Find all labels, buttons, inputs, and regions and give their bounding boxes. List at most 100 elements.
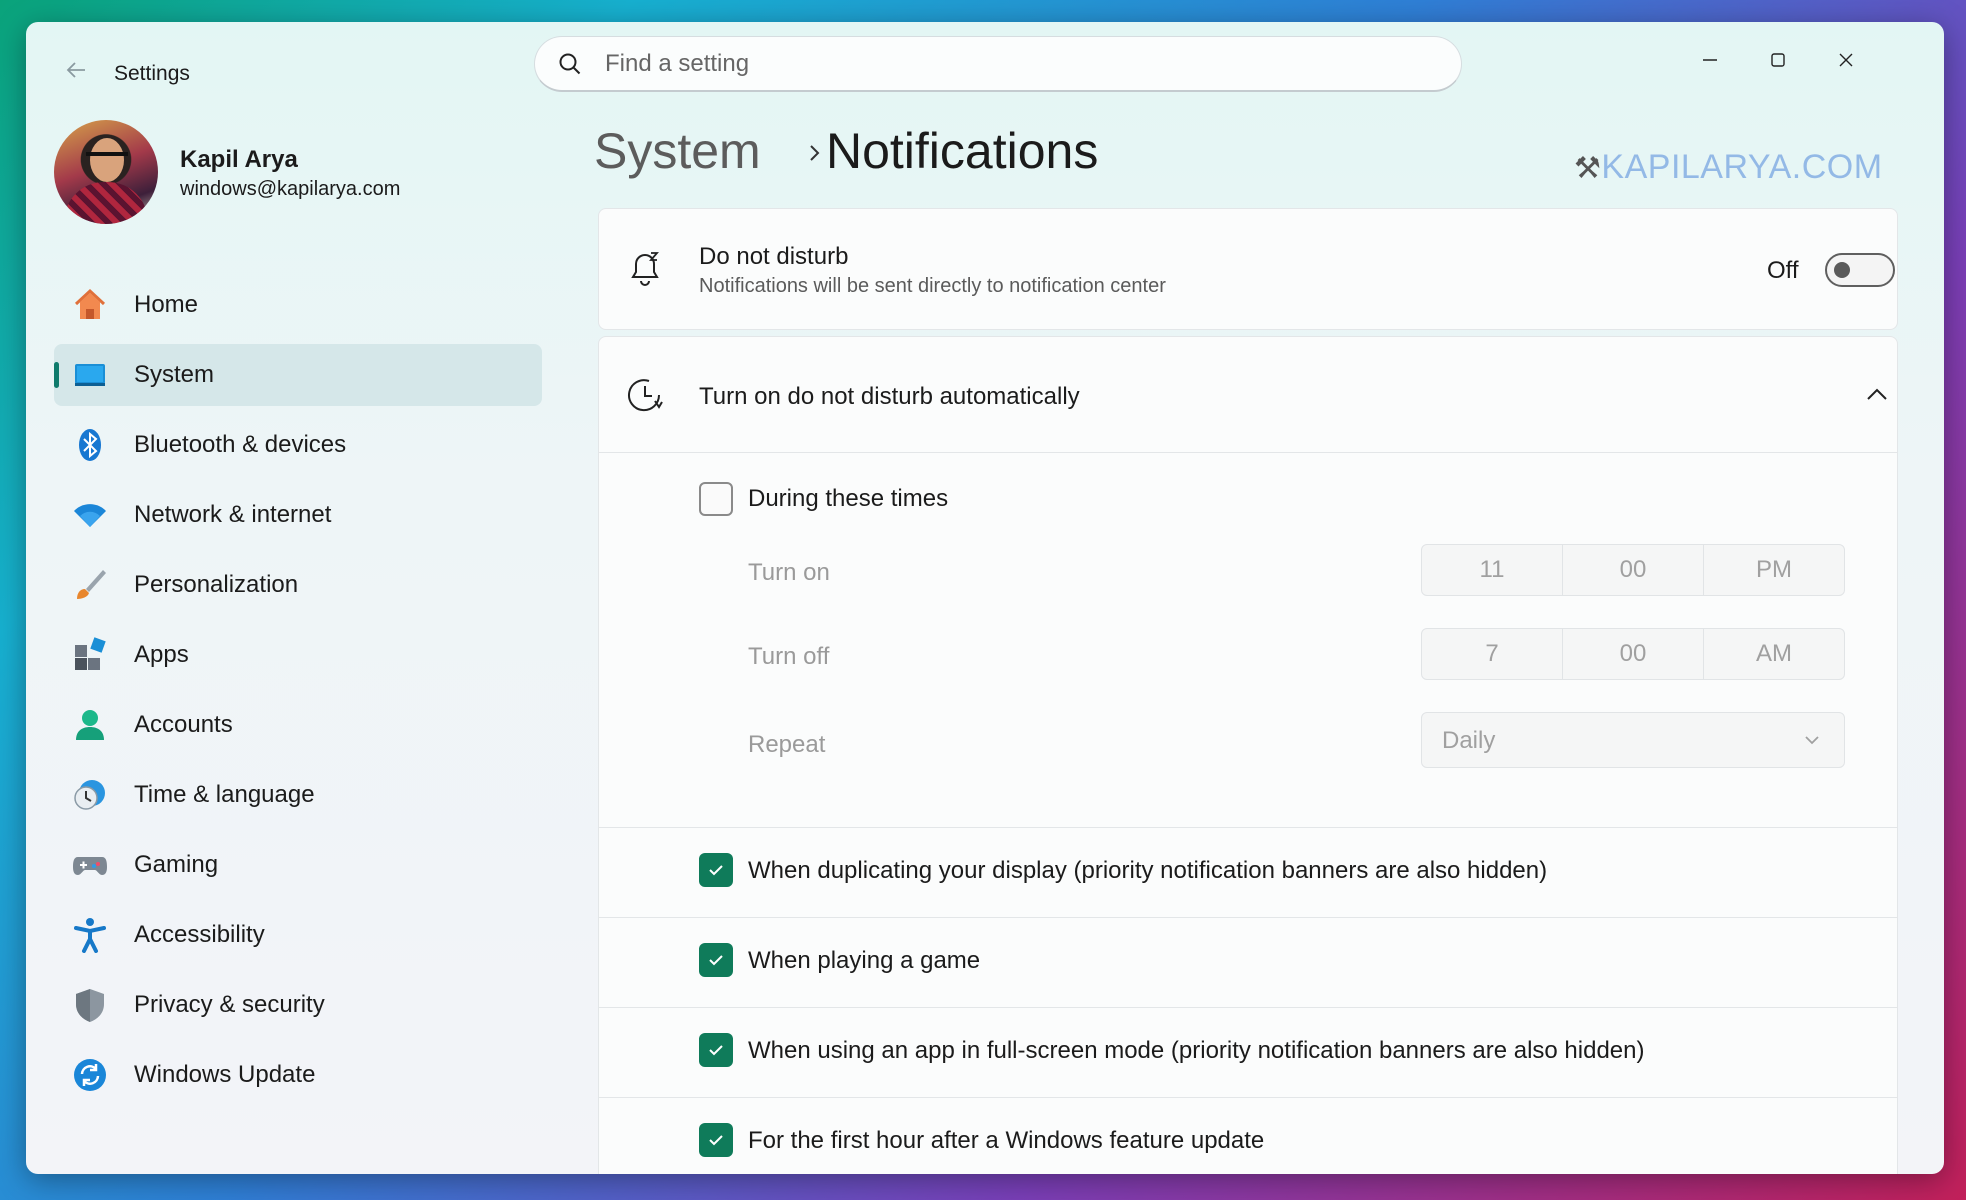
clock-icon <box>625 375 665 415</box>
sidebar-item-label: Gaming <box>134 851 219 878</box>
auto-dnd-title: Turn on do not disturb automatically <box>699 383 1080 410</box>
avatar[interactable] <box>54 120 158 224</box>
sidebar-item-label: Windows Update <box>134 1061 316 1088</box>
accessibility-icon <box>72 917 108 953</box>
option-label: For the first hour after a Windows featu… <box>748 1127 1265 1154</box>
system-icon <box>72 357 108 393</box>
sidebar-item-privacy[interactable]: Privacy & security <box>54 974 542 1036</box>
page-title: Notifications <box>826 123 1099 179</box>
watermark: ⚒KAPILARYA.COM <box>1574 148 1883 186</box>
sidebar-item-label: Time & language <box>134 781 315 808</box>
dnd-subtitle: Notifications will be sent directly to n… <box>699 275 1166 297</box>
turn-off-minute[interactable]: 00 <box>1563 629 1704 679</box>
sidebar-item-label: Apps <box>134 641 189 668</box>
divider <box>599 827 1897 828</box>
option-checkbox-game[interactable] <box>699 943 733 977</box>
bell-snooze-icon <box>625 249 665 289</box>
turn-on-hour[interactable]: 11 <box>1422 545 1563 595</box>
search-input[interactable] <box>605 49 1425 78</box>
close-icon <box>1839 53 1853 67</box>
option-label: When playing a game <box>748 947 981 974</box>
checkmark-icon <box>709 955 723 966</box>
option-label: When duplicating your display (priority … <box>748 857 1548 884</box>
account-icon <box>72 707 108 743</box>
sidebar-item-label: Personalization <box>134 571 299 598</box>
apps-icon <box>72 637 108 673</box>
turn-off-label: Turn off <box>748 643 830 670</box>
option-checkbox-duplicating[interactable] <box>699 853 733 887</box>
sidebar-item-label: Network & internet <box>134 501 332 528</box>
divider <box>599 1007 1897 1008</box>
do-not-disturb-card: Do not disturb Notifications will be sen… <box>598 208 1898 330</box>
turn-off-time-picker[interactable]: 7 00 AM <box>1421 628 1845 680</box>
minimize-icon <box>1703 59 1717 61</box>
sidebar-item-accessibility[interactable]: Accessibility <box>54 904 542 966</box>
sidebar-item-label: Privacy & security <box>134 991 325 1018</box>
sidebar-item-label: Bluetooth & devices <box>134 431 347 458</box>
sidebar-item-time-language[interactable]: Time & language <box>54 764 542 826</box>
maximize-button[interactable] <box>1752 40 1804 80</box>
during-times-checkbox[interactable] <box>699 482 733 516</box>
settings-window: Settings Kapil Arya windows@kapilarya.co… <box>26 22 1944 1174</box>
time-language-icon <box>72 777 108 813</box>
back-arrow-icon <box>66 62 85 78</box>
turn-off-period[interactable]: AM <box>1704 629 1844 679</box>
update-icon <box>72 1057 108 1093</box>
sidebar-item-system[interactable]: System <box>54 344 542 406</box>
auto-dnd-card: Turn on do not disturb automatically Dur… <box>598 336 1898 1174</box>
dnd-toggle[interactable] <box>1825 253 1895 287</box>
app-title: Settings <box>114 62 190 85</box>
dnd-title: Do not disturb <box>699 243 849 270</box>
option-checkbox-feature-update[interactable] <box>699 1123 733 1157</box>
checkmark-icon <box>709 865 723 876</box>
breadcrumb-parent[interactable]: System <box>594 122 761 180</box>
home-icon <box>72 287 108 323</box>
turn-on-minute[interactable]: 00 <box>1563 545 1704 595</box>
chevron-right-icon <box>810 145 820 161</box>
sidebar-item-network[interactable]: Network & internet <box>54 484 542 546</box>
turn-on-period[interactable]: PM <box>1704 545 1844 595</box>
user-email: windows@kapilarya.com <box>180 178 401 200</box>
sidebar-item-apps[interactable]: Apps <box>54 624 542 686</box>
auto-dnd-header[interactable]: Turn on do not disturb automatically <box>599 337 1897 453</box>
repeat-value: Daily <box>1442 727 1496 754</box>
chevron-down-icon <box>1805 736 1819 745</box>
sidebar-item-personalization[interactable]: Personalization <box>54 554 542 616</box>
turn-off-hour[interactable]: 7 <box>1422 629 1563 679</box>
divider <box>599 917 1897 918</box>
brush-icon <box>72 567 108 603</box>
bluetooth-icon <box>72 427 108 463</box>
repeat-dropdown[interactable]: Daily <box>1421 712 1845 768</box>
chevron-up-icon[interactable] <box>1863 381 1891 409</box>
shield-icon <box>72 987 108 1023</box>
close-button[interactable] <box>1820 40 1872 80</box>
sidebar-item-home[interactable]: Home <box>54 274 542 336</box>
repeat-label: Repeat <box>748 731 826 758</box>
search-box[interactable] <box>534 36 1462 92</box>
option-checkbox-fullscreen[interactable] <box>699 1033 733 1067</box>
checkmark-icon <box>709 1045 723 1056</box>
sidebar-item-label: Home <box>134 291 199 318</box>
sidebar-item-label: System <box>134 361 215 388</box>
gamepad-icon <box>72 847 108 883</box>
minimize-button[interactable] <box>1684 40 1736 80</box>
sidebar-item-gaming[interactable]: Gaming <box>54 834 542 896</box>
sidebar-item-label: Accessibility <box>134 921 265 948</box>
checkmark-icon <box>709 1135 723 1146</box>
sidebar-item-bluetooth[interactable]: Bluetooth & devices <box>54 414 542 476</box>
back-button[interactable] <box>56 52 96 88</box>
turn-on-time-picker[interactable]: 11 00 PM <box>1421 544 1845 596</box>
sidebar-item-label: Accounts <box>134 711 233 738</box>
hammer-icon: ⚒ <box>1574 152 1602 185</box>
option-label: When using an app in full-screen mode (p… <box>748 1037 1645 1064</box>
turn-on-label: Turn on <box>748 559 830 586</box>
user-name: Kapil Arya <box>180 146 298 173</box>
maximize-icon <box>1771 53 1785 67</box>
sidebar-item-accounts[interactable]: Accounts <box>54 694 542 756</box>
sidebar-nav: Home System Bluetooth & devices Network … <box>54 274 542 1114</box>
search-icon <box>559 53 581 74</box>
during-times-label: During these times <box>748 485 949 512</box>
sidebar-item-windows-update[interactable]: Windows Update <box>54 1044 542 1106</box>
dnd-toggle-state: Off <box>1767 257 1799 284</box>
wifi-icon <box>72 497 108 533</box>
